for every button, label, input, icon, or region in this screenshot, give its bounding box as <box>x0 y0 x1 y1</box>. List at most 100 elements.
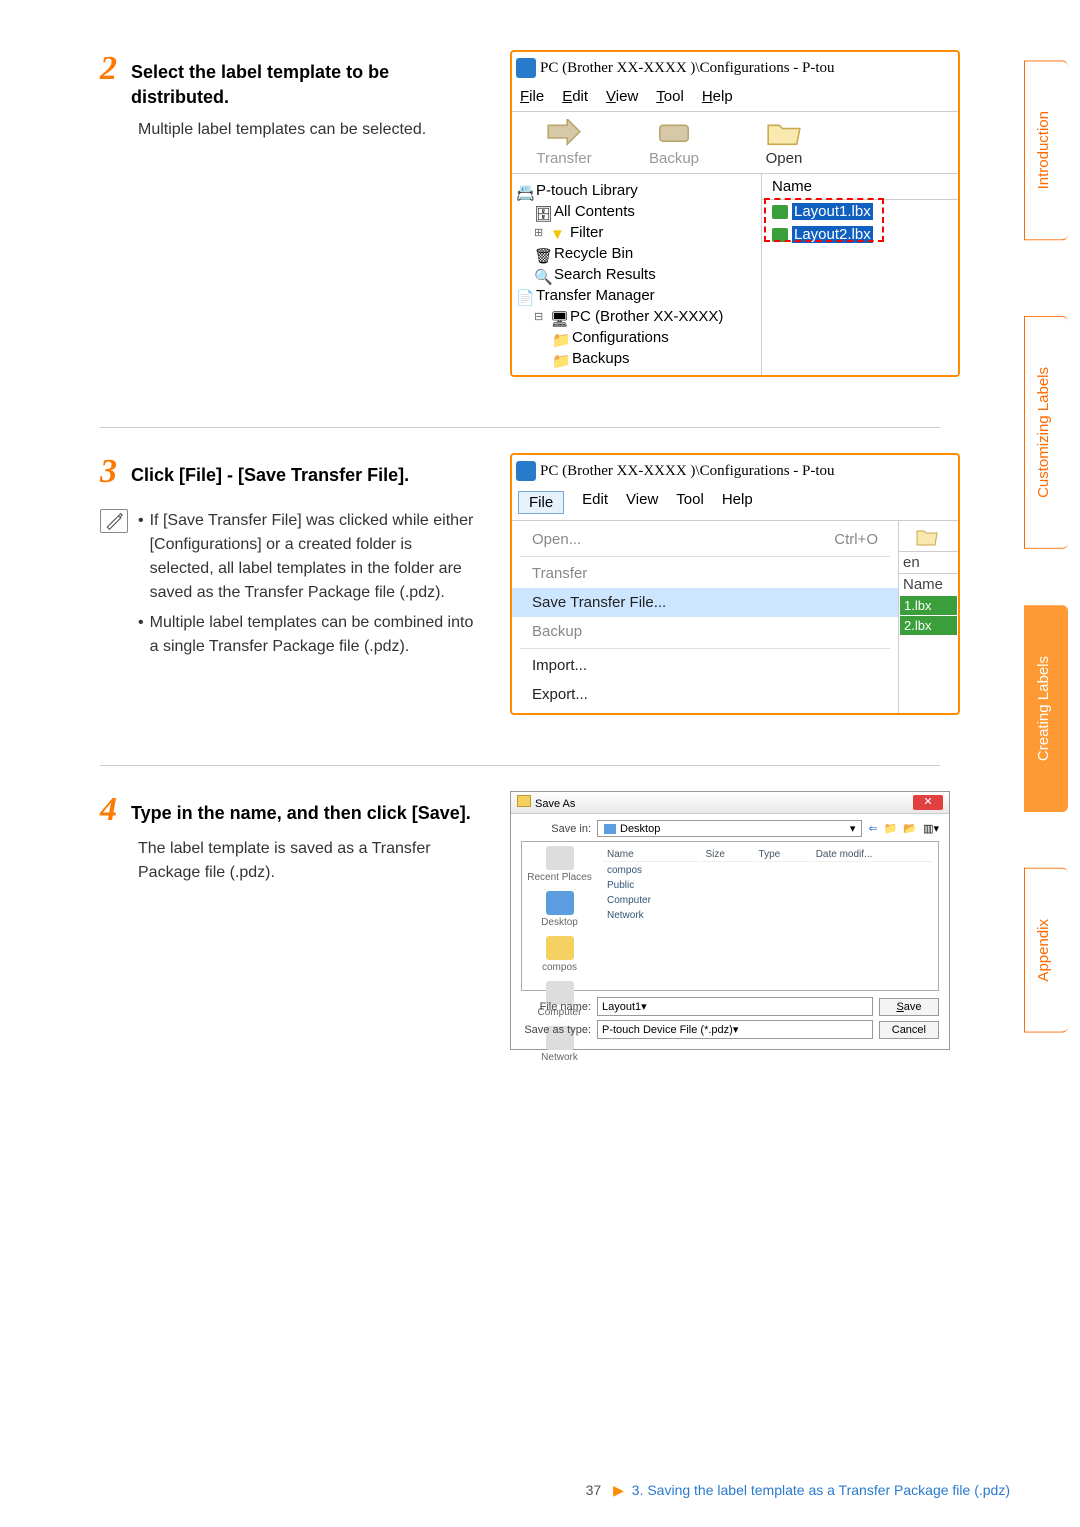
tree-filter[interactable]: ⊞▼Filter <box>534 222 757 243</box>
col-type[interactable]: Type <box>755 848 810 862</box>
toolbar-open[interactable]: Open <box>744 118 824 167</box>
nav-newfolder-icon[interactable]: 📂 <box>903 822 917 835</box>
tab-customizing-labels[interactable]: Customizing Labels <box>1024 316 1068 549</box>
browser-item[interactable]: compos <box>603 864 932 877</box>
menu-item-open[interactable]: Open...Ctrl+O <box>512 525 898 554</box>
open-icon <box>915 527 943 549</box>
toolbar-backup[interactable]: Backup <box>634 118 714 167</box>
menubar: File Edit View Tool Help <box>512 487 958 520</box>
computer-icon: 🖥 <box>550 310 566 324</box>
menu-help[interactable]: Help <box>702 88 733 105</box>
menu-edit[interactable]: Edit <box>582 491 608 514</box>
browser-item[interactable]: Computer <box>603 894 932 907</box>
tab-appendix[interactable]: Appendix <box>1024 868 1068 1033</box>
menu-tool[interactable]: Tool <box>656 88 684 105</box>
menu-file[interactable]: File <box>520 88 544 105</box>
backup-icon <box>655 118 693 148</box>
file-list: Name Layout1.lbx Layout2.lbx <box>762 173 958 375</box>
menu-item-import[interactable]: Import... <box>512 651 898 680</box>
menubar: File Edit View Tool Help <box>512 84 958 111</box>
footer-breadcrumb: 3. Saving the label template as a Transf… <box>632 1482 1010 1498</box>
tree-configurations[interactable]: 📁Configurations <box>552 327 757 348</box>
toolbar: Transfer Backup Open <box>512 112 958 173</box>
tree-transfer-manager[interactable]: 📄Transfer Manager <box>516 285 757 306</box>
nav-viewmenu-icon[interactable]: ▥▾ <box>923 822 939 835</box>
tree-all-contents[interactable]: 🗄All Contents <box>534 201 757 222</box>
nav-back-icon[interactable]: ⇐ <box>868 822 877 835</box>
savetype-label: Save as type: <box>521 1024 591 1036</box>
side-navigation-tabs: Introduction Customizing Labels Creating… <box>1024 0 1068 1527</box>
menu-view[interactable]: View <box>626 491 658 514</box>
step-4-number: 4 <box>100 791 117 829</box>
step-3: 3 Click [File] - [Save Transfer File]. •… <box>100 453 940 740</box>
note-icon <box>100 509 128 533</box>
menu-item-export[interactable]: Export... <box>512 680 898 709</box>
browser-item[interactable]: Network <box>603 909 932 922</box>
cancel-button[interactable]: Cancel <box>879 1021 939 1039</box>
library-icon: 📇 <box>516 184 532 198</box>
folder-icon <box>546 936 574 960</box>
side-item-2lbx: 2.lbx <box>900 616 957 635</box>
col-name[interactable]: Name <box>603 848 699 862</box>
step-3-notes: •If [Save Transfer File] was clicked whi… <box>138 509 480 665</box>
page-footer: 37 ▶ 3. Saving the label template as a T… <box>0 1482 1010 1499</box>
tree-backups[interactable]: 📁Backups <box>552 348 757 369</box>
step-2-number: 2 <box>100 50 117 88</box>
page-icon: 🗄 <box>534 205 550 219</box>
close-button[interactable]: ✕ <box>913 795 943 810</box>
step-4-subtext: The label template is saved as a Transfe… <box>138 837 480 885</box>
menu-item-transfer[interactable]: Transfer <box>512 559 898 588</box>
place-recent[interactable]: Recent Places <box>526 846 593 883</box>
step-2: 2 Select the label template to be distri… <box>100 50 940 402</box>
transfer-manager-window-step2: PC (Brother XX-XXXX )\Configurations - P… <box>510 50 960 377</box>
ptouch-logo-icon <box>516 461 536 481</box>
tab-introduction[interactable]: Introduction <box>1024 60 1068 240</box>
step-4: 4 Type in the name, and then click [Save… <box>100 791 940 1075</box>
tree-pc[interactable]: ⊟🖥PC (Brother XX-XXXX) <box>534 306 757 327</box>
tree-search-results[interactable]: 🔍Search Results <box>534 264 757 285</box>
tree-ptouch-library[interactable]: 📇P-touch Library <box>516 180 757 201</box>
tree-view: 📇P-touch Library 🗄All Contents ⊞▼Filter … <box>512 173 762 375</box>
desktop-icon <box>546 891 574 915</box>
place-desktop[interactable]: Desktop <box>526 891 593 928</box>
menu-item-backup[interactable]: Backup <box>512 617 898 646</box>
tab-creating-labels[interactable]: Creating Labels <box>1024 605 1068 812</box>
savein-label: Save in: <box>521 823 591 835</box>
browser-item[interactable]: Public <box>603 879 932 892</box>
file-browser-list: Name Size Type Date modif... compos Publ… <box>597 842 938 990</box>
savein-combo[interactable]: Desktop▾ <box>597 820 862 837</box>
menu-item-save-transfer-file[interactable]: Save Transfer File... <box>512 588 898 617</box>
nav-up-icon[interactable]: 📁 <box>884 822 898 835</box>
tree-recycle-bin[interactable]: 🗑Recycle Bin <box>534 243 757 264</box>
save-button[interactable]: Save <box>879 998 939 1016</box>
save-as-dialog: Save As ✕ Save in: Desktop▾ ⇐ 📁 📂 ▥▾ R <box>510 791 950 1050</box>
desktop-icon <box>604 824 616 834</box>
transfer-manager-icon: 📄 <box>516 289 532 303</box>
ptouch-logo-icon <box>516 58 536 78</box>
step-4-title: Type in the name, and then click [Save]. <box>131 801 471 826</box>
menu-tool[interactable]: Tool <box>676 491 704 514</box>
menu-file-open[interactable]: File <box>518 491 564 514</box>
side-panel: en Name 1.lbx 2.lbx <box>898 521 958 713</box>
list-column-name[interactable]: Name <box>762 174 958 200</box>
places-bar: Recent Places Desktop compos Computer Ne… <box>522 842 597 990</box>
menu-help[interactable]: Help <box>722 491 753 514</box>
col-date[interactable]: Date modif... <box>812 848 932 862</box>
filename-input[interactable]: Layout1▾ <box>597 997 873 1016</box>
menu-view[interactable]: View <box>606 88 638 105</box>
place-compos[interactable]: compos <box>526 936 593 973</box>
side-text-name: Name <box>899 573 958 595</box>
transfer-icon <box>545 118 583 148</box>
search-icon: 🔍 <box>534 268 550 282</box>
footer-arrow-icon: ▶ <box>613 1482 624 1498</box>
step-3-title: Click [File] - [Save Transfer File]. <box>131 463 409 488</box>
menu-edit[interactable]: Edit <box>562 88 588 105</box>
col-size[interactable]: Size <box>701 848 752 862</box>
window-title-bar: PC (Brother XX-XXXX )\Configurations - P… <box>512 52 958 84</box>
savetype-combo[interactable]: P-touch Device File (*.pdz)▾ <box>597 1020 873 1039</box>
step-2-title: Select the label template to be distribu… <box>131 60 480 110</box>
collapse-icon[interactable]: ⊟ <box>534 310 546 323</box>
toolbar-transfer[interactable]: Transfer <box>524 118 604 167</box>
open-icon <box>765 118 803 148</box>
expand-icon[interactable]: ⊞ <box>534 226 546 239</box>
